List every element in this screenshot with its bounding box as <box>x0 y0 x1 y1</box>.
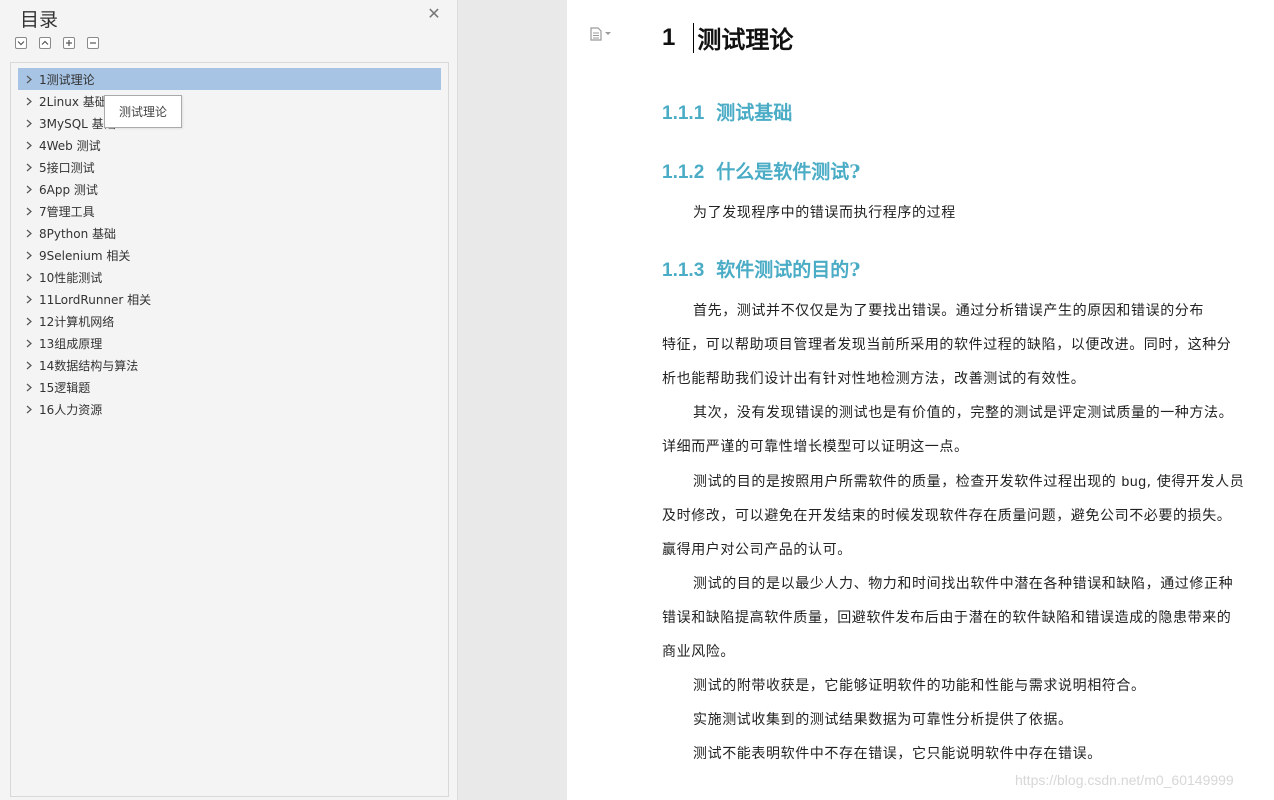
chevron-right-icon[interactable] <box>22 185 36 194</box>
paragraph-line: 及时修改，可以避免在开发结束的时候发现软件存在质量问题，避免公司不必要的损失。 <box>662 508 1232 524</box>
paragraph-line: 特征，可以帮助项目管理者发现当前所采用的软件过程的缺陷，以便改进。同时，这种分 <box>662 337 1232 353</box>
code-term: bug <box>1121 473 1147 489</box>
section-heading: 1.1.1 测试基础 <box>662 98 792 125</box>
toc-item-label: 14数据结构与算法 <box>39 358 139 373</box>
toc-item[interactable]: 5接口测试 <box>18 156 441 178</box>
toc-item[interactable]: 8Python 基础 <box>18 222 441 244</box>
section-number: 1.1.1 <box>662 103 705 124</box>
section-title: 什么是软件测试? <box>716 161 861 183</box>
toc-title: 目录 <box>20 9 59 31</box>
paragraph-line: 赢得用户对公司产品的认可。 <box>662 542 852 558</box>
watermark: https://blog.csdn.net/m0_60149999 <box>1015 772 1234 788</box>
toc-toolbar <box>15 37 99 49</box>
toc-item-label: 13组成原理 <box>39 336 103 351</box>
chevron-right-icon[interactable] <box>22 317 36 326</box>
chevron-down-icon <box>605 32 611 35</box>
collapse-icon[interactable] <box>15 37 27 49</box>
paragraph-line: 实施测试收集到的测试结果数据为可靠性分析提供了依据。 <box>693 712 1073 728</box>
chevron-right-icon[interactable] <box>22 75 36 84</box>
paragraph-line: 测试不能表明软件中不存在错误，它只能说明软件中存在错误。 <box>693 746 1102 762</box>
chevron-right-icon[interactable] <box>22 295 36 304</box>
toc-item[interactable]: 16人力资源 <box>18 398 441 420</box>
toc-item[interactable]: 14数据结构与算法 <box>18 354 441 376</box>
heading-1-text: 测试理论 <box>697 25 794 54</box>
text-run: , 使得开发人员 <box>1146 474 1245 490</box>
chevron-right-icon[interactable] <box>22 207 36 216</box>
section-title: 软件测试的目的? <box>716 259 861 281</box>
chevron-right-icon[interactable] <box>22 97 36 106</box>
paragraph-line: 详细而严谨的可靠性增长模型可以证明这一点。 <box>662 439 969 455</box>
toc-item-label: 1测试理论 <box>39 72 95 87</box>
toc-item-label: 4Web 测试 <box>39 138 101 153</box>
toc-item[interactable]: 1测试理论 <box>18 68 441 90</box>
tooltip: 测试理论 <box>104 95 182 128</box>
chevron-right-icon[interactable] <box>22 119 36 128</box>
paragraph-line: 错误和缺陷提高软件质量，回避软件发布后由于潜在的软件缺陷和错误造成的隐患带来的 <box>662 610 1232 626</box>
toc-panel: 目录 ✕ 1测试理论 2Linux 基础 3MySQL 基础 4Web 测试 5接口测试… <box>0 0 458 800</box>
toc-item-label: 9Selenium 相关 <box>39 248 131 263</box>
paragraph-line: 析也能帮助我们设计出有针对性地检测方法，改善测试的有效性。 <box>662 371 1086 387</box>
section-number: 1.1.2 <box>662 162 705 183</box>
paragraph: 为了发现程序中的错误而执行程序的过程 <box>693 205 956 221</box>
expand-icon[interactable] <box>39 37 51 49</box>
paragraph-line: 其次，没有发现错误的测试也是有价值的，完整的测试是评定测试质量的一种方法。 <box>693 405 1234 421</box>
toc-list: 1测试理论 2Linux 基础 3MySQL 基础 4Web 测试 5接口测试 6App … <box>18 68 441 420</box>
section-heading: 1.1.3 软件测试的目的? <box>662 255 860 282</box>
section-number: 1.1.3 <box>662 260 705 281</box>
toc-item-label: 7管理工具 <box>39 204 95 219</box>
toc-item-label: 12计算机网络 <box>39 314 115 329</box>
section-title: 测试基础 <box>716 102 793 124</box>
toc-item[interactable]: 13组成原理 <box>18 332 441 354</box>
toc-item[interactable]: 4Web 测试 <box>18 134 441 156</box>
chevron-right-icon[interactable] <box>22 141 36 150</box>
toc-item[interactable]: 3MySQL 基础 <box>18 112 441 134</box>
toc-item[interactable]: 2Linux 基础 <box>18 90 441 112</box>
chevron-right-icon[interactable] <box>22 405 36 414</box>
toc-item[interactable]: 9Selenium 相关 <box>18 244 441 266</box>
chevron-right-icon[interactable] <box>22 163 36 172</box>
paragraph-line: 商业风险。 <box>662 644 735 660</box>
chevron-right-icon[interactable] <box>22 339 36 348</box>
plus-icon[interactable] <box>63 37 75 49</box>
paragraph-line: 测试的附带收获是，它能够证明软件的功能和性能与需求说明相符合。 <box>693 678 1146 694</box>
text-cursor <box>693 22 695 53</box>
toc-tree: 1测试理论 2Linux 基础 3MySQL 基础 4Web 测试 5接口测试 6App … <box>10 62 449 797</box>
toc-item-label: 15逻辑题 <box>39 380 91 395</box>
toc-item-label: 2Linux 基础 <box>39 94 107 109</box>
section-heading: 1.1.2 什么是软件测试? <box>662 157 860 184</box>
document-page[interactable]: 1 测试理论 1.1.1 测试基础 1.1.2 什么是软件测试? 为了发现程序中的错… <box>567 0 1274 800</box>
text-run: 测试的目的是按照用户所需软件的质量，检查开发软件过程出现的 <box>693 474 1122 490</box>
chevron-right-icon[interactable] <box>22 383 36 392</box>
chevron-right-icon[interactable] <box>22 361 36 370</box>
toc-item-label: 5接口测试 <box>39 160 95 175</box>
chevron-right-icon[interactable] <box>22 229 36 238</box>
toc-item-label: 6App 测试 <box>39 182 98 197</box>
chevron-right-icon[interactable] <box>22 273 36 282</box>
toc-item[interactable]: 7管理工具 <box>18 200 441 222</box>
paragraph-line: 测试的目的是按照用户所需软件的质量，检查开发软件过程出现的 bug, 使得开发人… <box>662 464 1244 499</box>
heading-1: 1 测试理论 <box>662 20 793 55</box>
paragraph-line: 测试的目的是以最少人力、物力和时间找出软件中潜在各种错误和缺陷，通过修正种 <box>693 576 1234 592</box>
toc-item[interactable]: 10性能测试 <box>18 266 441 288</box>
close-icon[interactable]: ✕ <box>426 6 442 22</box>
toc-item-label: 8Python 基础 <box>39 226 117 241</box>
toc-item[interactable]: 15逻辑题 <box>18 376 441 398</box>
toc-item-label: 11LordRunner 相关 <box>39 292 152 307</box>
toc-item[interactable]: 12计算机网络 <box>18 310 441 332</box>
document-icon[interactable] <box>590 27 611 41</box>
toc-item[interactable]: 11LordRunner 相关 <box>18 288 441 310</box>
chevron-right-icon[interactable] <box>22 251 36 260</box>
paragraph: 首先，测试并不仅仅是为了要找出错误。通过分析错误产生的原因和错误的分布 特征，可… <box>662 294 1244 771</box>
toc-item[interactable]: 6App 测试 <box>18 178 441 200</box>
toc-item-label: 16人力资源 <box>39 402 103 417</box>
minus-icon[interactable] <box>87 37 99 49</box>
heading-1-number: 1 <box>662 23 676 51</box>
toc-item-label: 10性能测试 <box>39 270 103 285</box>
paragraph-line: 首先，测试并不仅仅是为了要找出错误。通过分析错误产生的原因和错误的分布 <box>693 303 1204 319</box>
